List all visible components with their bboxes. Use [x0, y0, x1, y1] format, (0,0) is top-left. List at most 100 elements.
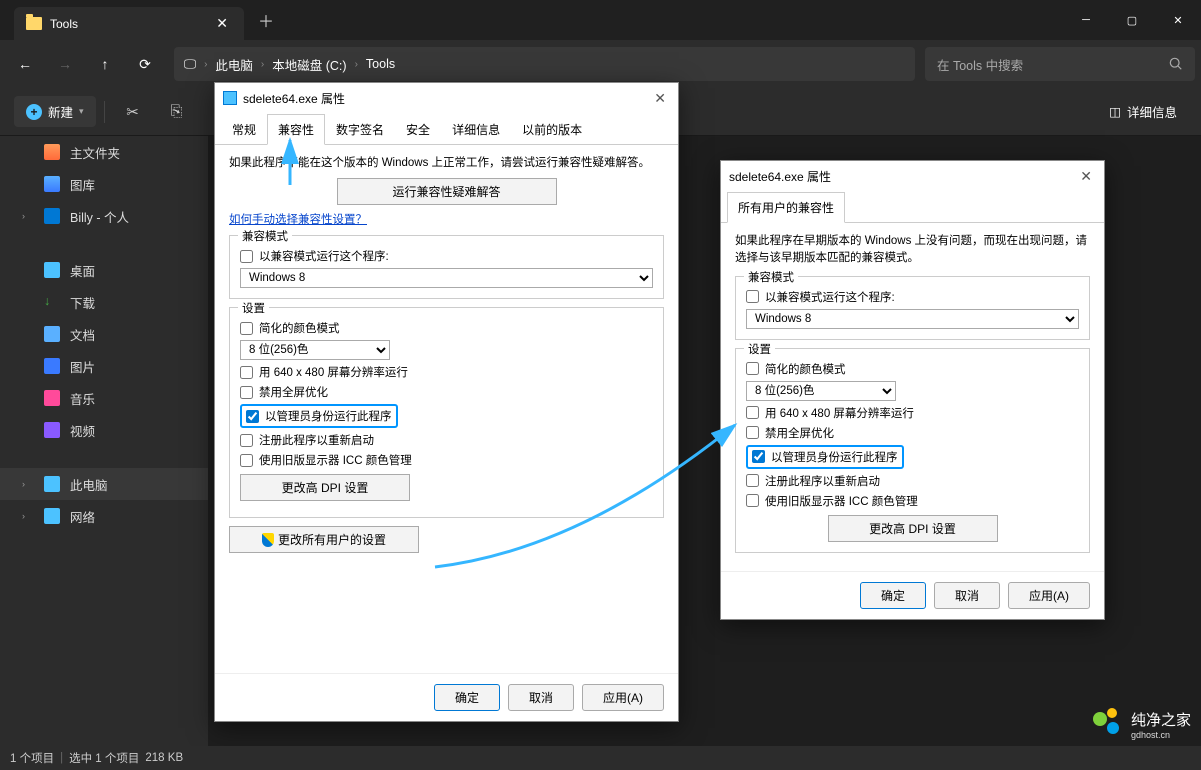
disable-fullscreen-checkbox[interactable]: 禁用全屏优化	[240, 384, 653, 400]
compat-mode-checkbox[interactable]: 以兼容模式运行这个程序:	[240, 248, 653, 264]
properties-dialog-compat: sdelete64.exe 属性 ✕ 常规 兼容性 数字签名 安全 详细信息 以…	[214, 82, 679, 722]
chevron-right-icon: ›	[22, 211, 25, 221]
tab-prev[interactable]: 以前的版本	[511, 114, 593, 145]
sidebar-item-music[interactable]: 音乐	[0, 382, 208, 414]
refresh-button[interactable]: ⟳	[126, 46, 164, 82]
run-as-admin-checkbox[interactable]: 以管理员身份运行此程序	[752, 449, 898, 465]
details-pane-button[interactable]: ◫ 详细信息	[1099, 96, 1187, 127]
watermark-logo-icon	[1093, 708, 1125, 740]
new-tab-button[interactable]: ＋	[244, 8, 288, 32]
color-mode-select[interactable]: 8 位(256)色	[240, 340, 390, 360]
properties-dialog-allusers: sdelete64.exe 属性 ✕ 所有用户的兼容性 如果此程序在早期版本的 …	[720, 160, 1105, 620]
chevron-right-icon: ›	[204, 59, 207, 70]
settings-group: 设置 简化的颜色模式 8 位(256)色 用 640 x 480 屏幕分辨率运行…	[735, 348, 1090, 553]
music-icon	[44, 390, 60, 406]
color-mode-select[interactable]: 8 位(256)色	[746, 381, 896, 401]
sidebar-item-network[interactable]: ›网络	[0, 500, 208, 532]
sidebar-item-videos[interactable]: 视频	[0, 414, 208, 446]
home-icon	[44, 144, 60, 160]
new-button[interactable]: + 新建 ▾	[14, 96, 96, 127]
window-tab[interactable]: Tools ✕	[14, 7, 244, 40]
crumb-pc[interactable]: 此电脑	[215, 55, 253, 74]
sidebar-item-home[interactable]: 主文件夹	[0, 136, 208, 168]
settings-group: 设置 简化的颜色模式 8 位(256)色 用 640 x 480 屏幕分辨率运行…	[229, 307, 664, 518]
cancel-button[interactable]: 取消	[934, 582, 1000, 609]
compat-mode-checkbox[interactable]: 以兼容模式运行这个程序:	[746, 289, 1079, 305]
sidebar-item-documents[interactable]: 文档	[0, 318, 208, 350]
run-as-admin-checkbox[interactable]: 以管理员身份运行此程序	[246, 408, 392, 424]
tab-compat[interactable]: 兼容性	[267, 114, 325, 145]
crumb-folder[interactable]: Tools	[366, 57, 395, 71]
register-restart-checkbox[interactable]: 注册此程序以重新启动	[746, 473, 1079, 489]
troubleshoot-button[interactable]: 运行兼容性疑难解答	[337, 178, 557, 205]
chevron-right-icon: ›	[22, 511, 25, 521]
plus-icon: +	[26, 104, 42, 120]
lowres-checkbox[interactable]: 用 640 x 480 屏幕分辨率运行	[240, 364, 653, 380]
manual-settings-link[interactable]: 如何手动选择兼容性设置？	[229, 214, 367, 226]
selection-size: 218 KB	[145, 752, 183, 764]
shield-icon	[262, 533, 274, 547]
gallery-icon	[44, 176, 60, 192]
compat-mode-select[interactable]: Windows 8	[240, 268, 653, 288]
chevron-right-icon: ›	[355, 59, 358, 70]
dialog-titlebar: sdelete64.exe 属性 ✕	[721, 161, 1104, 191]
lowres-checkbox[interactable]: 用 640 x 480 屏幕分辨率运行	[746, 405, 1079, 421]
app-icon	[223, 91, 237, 105]
copy-button[interactable]: ⎘	[157, 94, 197, 130]
apply-button[interactable]: 应用(A)	[582, 684, 664, 711]
sidebar-item-downloads[interactable]: ↓下载	[0, 286, 208, 318]
change-dpi-button[interactable]: 更改高 DPI 设置	[240, 474, 410, 501]
chevron-right-icon: ›	[22, 479, 25, 489]
monitor-icon: 🖵	[184, 57, 196, 72]
chevron-down-icon: ▾	[79, 106, 84, 117]
legacy-icc-checkbox[interactable]: 使用旧版显示器 ICC 颜色管理	[746, 493, 1079, 509]
search-icon	[1169, 57, 1183, 71]
maximize-button[interactable]: ▢	[1109, 0, 1155, 40]
close-window-button[interactable]: ✕	[1155, 0, 1201, 40]
tab-general[interactable]: 常规	[221, 114, 267, 145]
legacy-icc-checkbox[interactable]: 使用旧版显示器 ICC 颜色管理	[240, 452, 653, 468]
apply-button[interactable]: 应用(A)	[1008, 582, 1090, 609]
picture-icon	[44, 358, 60, 374]
search-input[interactable]: 在 Tools 中搜索	[925, 47, 1195, 81]
sidebar-item-desktop[interactable]: 桌面	[0, 254, 208, 286]
close-tab-icon[interactable]: ✕	[212, 15, 232, 32]
change-dpi-button[interactable]: 更改高 DPI 设置	[828, 515, 998, 542]
network-icon	[44, 508, 60, 524]
tab-allusers-compat[interactable]: 所有用户的兼容性	[727, 192, 845, 223]
breadcrumb[interactable]: 🖵 › 此电脑 › 本地磁盘 (C:) › Tools	[174, 47, 915, 81]
crumb-drive[interactable]: 本地磁盘 (C:)	[272, 55, 346, 74]
cancel-button[interactable]: 取消	[508, 684, 574, 711]
sidebar: 主文件夹 图库 ›Billy - 个人 桌面 ↓下载 文档 图片 音乐 视频 ›…	[0, 136, 208, 746]
tab-details[interactable]: 详细信息	[441, 114, 511, 145]
chevron-right-icon: ›	[261, 59, 264, 70]
cut-button[interactable]: ✂	[113, 94, 153, 130]
reduced-color-checkbox[interactable]: 简化的颜色模式	[240, 320, 653, 336]
register-restart-checkbox[interactable]: 注册此程序以重新启动	[240, 432, 653, 448]
forward-button[interactable]: →	[46, 46, 84, 82]
sidebar-item-onedrive[interactable]: ›Billy - 个人	[0, 200, 208, 232]
dialog-titlebar: sdelete64.exe 属性 ✕	[215, 83, 678, 113]
compat-mode-select[interactable]: Windows 8	[746, 309, 1079, 329]
ok-button[interactable]: 确定	[434, 684, 500, 711]
item-count: 1 个项目	[10, 750, 54, 766]
close-icon[interactable]: ✕	[650, 90, 670, 107]
ok-button[interactable]: 确定	[860, 582, 926, 609]
tab-security[interactable]: 安全	[395, 114, 441, 145]
watermark: 纯净之家 gdhost.cn	[1093, 708, 1191, 740]
sidebar-item-thispc[interactable]: ›此电脑	[0, 468, 208, 500]
disable-fullscreen-checkbox[interactable]: 禁用全屏优化	[746, 425, 1079, 441]
panel-icon: ◫	[1109, 104, 1121, 119]
tab-sig[interactable]: 数字签名	[325, 114, 395, 145]
back-button[interactable]: ←	[6, 46, 44, 82]
change-all-users-button[interactable]: 更改所有用户的设置	[229, 526, 419, 553]
reduced-color-checkbox[interactable]: 简化的颜色模式	[746, 361, 1079, 377]
tab-title: Tools	[50, 17, 204, 31]
minimize-button[interactable]: ─	[1063, 0, 1109, 40]
up-button[interactable]: ↑	[86, 46, 124, 82]
close-icon[interactable]: ✕	[1076, 168, 1096, 185]
sidebar-item-gallery[interactable]: 图库	[0, 168, 208, 200]
sidebar-item-pictures[interactable]: 图片	[0, 350, 208, 382]
status-bar: 1 个项目 | 选中 1 个项目 218 KB	[0, 746, 1201, 770]
download-icon: ↓	[44, 294, 60, 310]
